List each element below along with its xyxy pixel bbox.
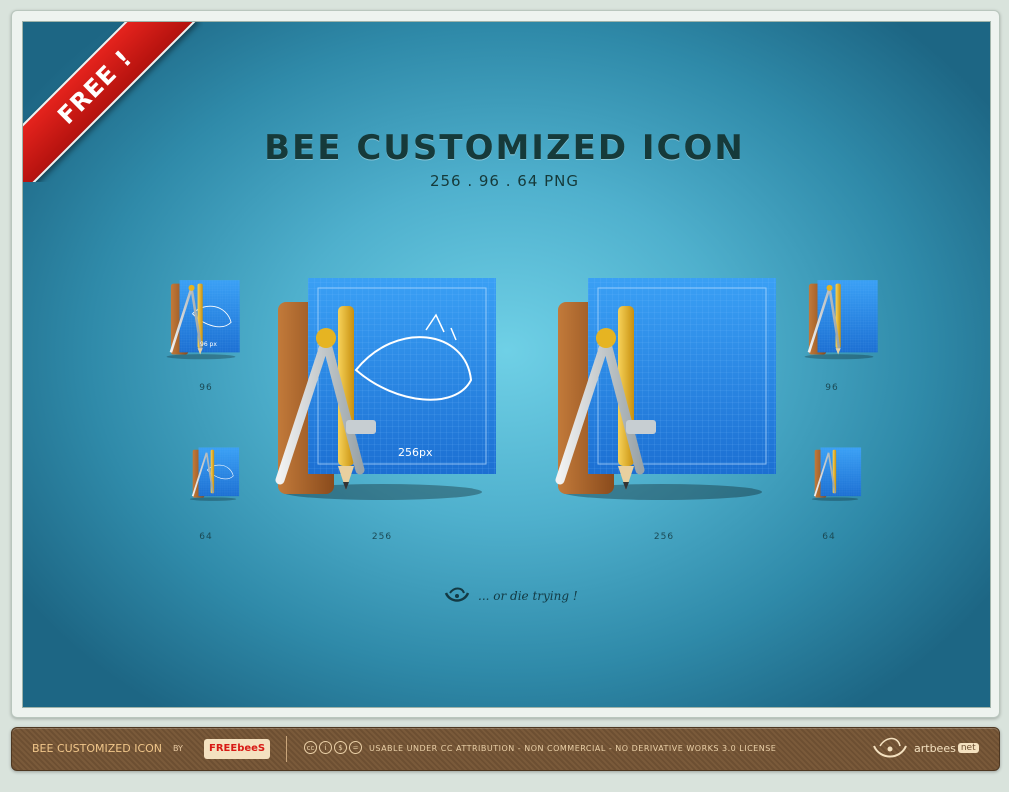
artbees-logo-text: artbees xyxy=(914,741,956,755)
cc-icon: cc xyxy=(304,741,317,754)
sketch-label-96: 96 px xyxy=(200,341,217,348)
blueprint-icon-64-sketch xyxy=(189,447,240,501)
footer-bar: BEE CUSTOMIZED ICON BY FREEbeeS cc i $ =… xyxy=(11,727,1000,771)
artbees-bee-icon xyxy=(873,737,907,758)
noderivs-icon: = xyxy=(349,741,362,754)
license-text: USABLE UNDER CC ATTRIBUTION - NON COMMER… xyxy=(369,744,777,753)
blueprint-icon-256-plain xyxy=(555,278,776,500)
artbees-logo-suffix: net xyxy=(957,743,979,753)
blueprint-icon-256-sketch: 256px xyxy=(275,278,496,500)
blueprint-icon-64-plain xyxy=(811,447,862,501)
footer-divider xyxy=(286,736,287,762)
freebees-brand-link[interactable]: FREEbeeS xyxy=(204,739,271,759)
footer-title: BEE CUSTOMIZED ICON xyxy=(32,742,163,755)
page-title: BEE CUSTOMIZED ICON xyxy=(264,128,745,168)
attribution-icon: i xyxy=(319,741,332,754)
size-label-64-left: 64 xyxy=(199,532,213,542)
size-label-96-right: 96 xyxy=(825,383,839,393)
footer-by-label: BY xyxy=(173,744,183,753)
size-label-256-right: 256 xyxy=(653,532,675,542)
size-label-64-right: 64 xyxy=(822,532,836,542)
tagline-text: ... or die trying ! xyxy=(478,589,578,603)
page-subtitle: 256 . 96 . 64 PNG xyxy=(429,172,580,190)
cc-license-icons[interactable]: cc i $ = xyxy=(304,741,362,754)
artbees-logo-link[interactable]: artbees net xyxy=(870,734,979,762)
noncommercial-icon: $ xyxy=(334,741,347,754)
blueprint-icon-96-plain xyxy=(804,280,878,360)
blueprint-icon-96-sketch xyxy=(166,280,240,360)
size-label-256-left: 256 xyxy=(371,532,393,542)
tagline: ... or die trying ! xyxy=(444,584,578,608)
bee-logo-icon xyxy=(444,587,470,602)
size-label-96-left: 96 xyxy=(199,383,213,393)
sketch-label-256: 256px xyxy=(398,446,433,459)
